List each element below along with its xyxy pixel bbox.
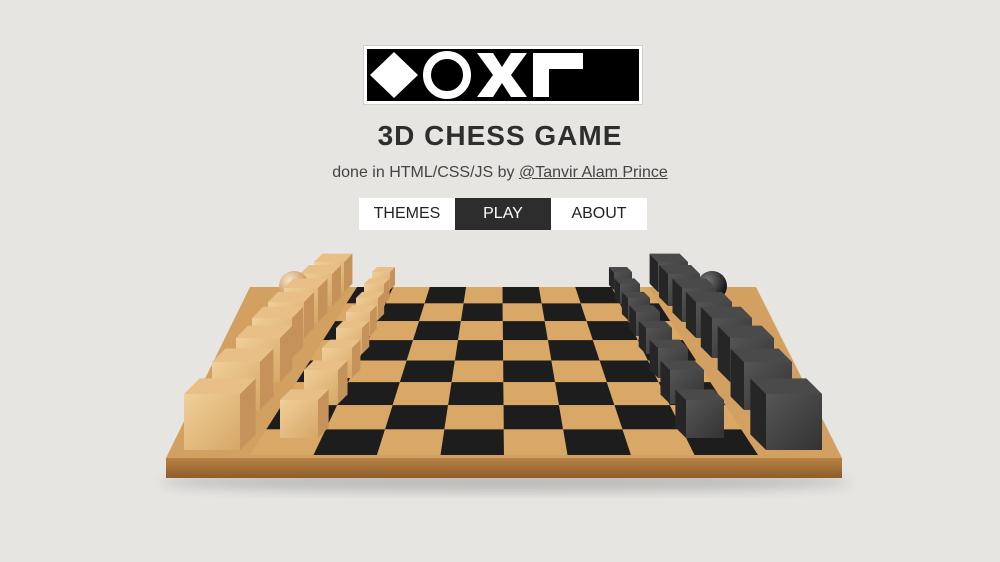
dark-piece[interactable] [750, 378, 822, 450]
board-square[interactable] [502, 303, 545, 322]
board-square[interactable] [448, 382, 504, 406]
board-square[interactable] [325, 405, 393, 430]
board-square[interactable] [460, 303, 503, 322]
light-piece[interactable] [280, 389, 329, 438]
board-square[interactable] [451, 360, 504, 383]
board-square[interactable] [419, 303, 464, 322]
chess-board-3d [160, 253, 850, 492]
board-square[interactable] [385, 405, 449, 430]
board-square[interactable] [454, 340, 504, 361]
board-square[interactable] [555, 382, 615, 406]
board-square[interactable] [424, 287, 467, 304]
board-square[interactable] [503, 360, 556, 383]
board-square[interactable] [559, 405, 623, 430]
board-square[interactable] [458, 321, 503, 341]
board-square[interactable] [444, 405, 504, 430]
board-square[interactable] [502, 340, 552, 361]
board-square[interactable] [377, 429, 445, 455]
light-piece[interactable] [184, 378, 256, 450]
board-square[interactable] [503, 405, 564, 430]
dark-piece[interactable] [675, 389, 724, 438]
board-square[interactable] [463, 287, 503, 304]
board-square[interactable] [440, 429, 505, 455]
board-square[interactable] [541, 303, 587, 322]
board-square[interactable] [502, 287, 542, 304]
board-square[interactable] [503, 429, 568, 455]
board-square[interactable] [551, 360, 607, 383]
board-square[interactable] [399, 360, 455, 383]
board-square[interactable] [313, 429, 386, 455]
board-square[interactable] [547, 340, 600, 361]
board-square[interactable] [544, 321, 593, 341]
board-frame-edge [166, 458, 842, 478]
board-square[interactable] [563, 429, 631, 455]
game-screen: 3D CHESS GAME done in HTML/CSS/JS by @Ta… [0, 0, 1000, 562]
board-square[interactable] [392, 382, 452, 406]
board-square[interactable] [503, 382, 560, 406]
board-square[interactable] [538, 287, 581, 304]
board-square[interactable] [413, 321, 461, 341]
board-square[interactable] [406, 340, 459, 361]
board-square[interactable] [502, 321, 548, 341]
